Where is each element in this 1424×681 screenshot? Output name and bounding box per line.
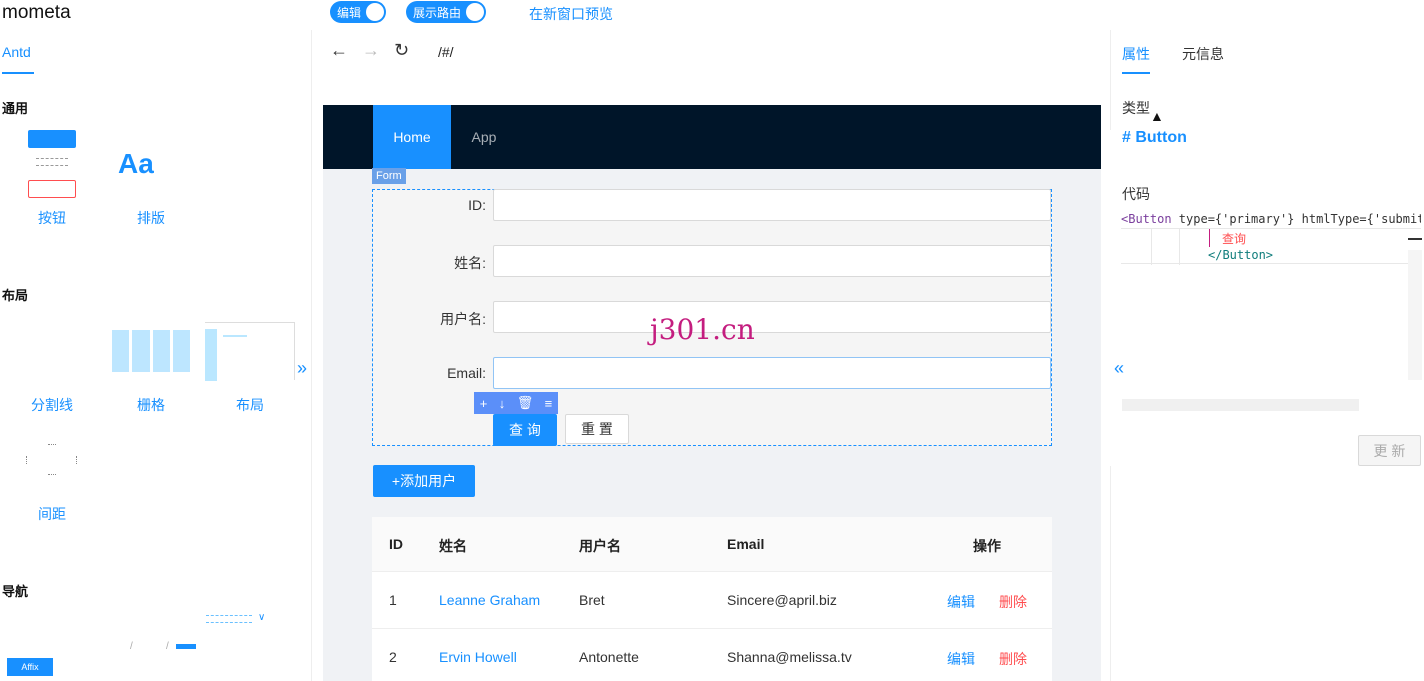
- component-grid[interactable]: 栅格: [111, 395, 191, 415]
- component-divider[interactable]: 分割线: [12, 395, 92, 415]
- forward-arrow-icon[interactable]: →: [362, 40, 380, 61]
- table-header-cell: 用户名: [579, 538, 621, 554]
- expand-panel-icon[interactable]: »: [297, 358, 307, 379]
- code-close-tag: </Button>: [1208, 248, 1274, 262]
- component-button[interactable]: 按钮: [12, 208, 92, 228]
- typography-thumbnail: Aa: [118, 148, 154, 179]
- cell-email: Sincere@april.biz: [727, 592, 837, 608]
- table-header: [372, 517, 1052, 572]
- arrow-down-icon[interactable]: ↓: [499, 396, 506, 411]
- app-title: mometa: [2, 2, 71, 23]
- scroll-marker: [1408, 238, 1422, 240]
- add-user-button[interactable]: +添加用户: [373, 465, 475, 497]
- component-typography[interactable]: 排版: [111, 208, 191, 228]
- table-header-cell: ID: [389, 536, 403, 552]
- reset-button[interactable]: 重 置: [565, 414, 629, 444]
- cell-id: 2: [389, 649, 397, 665]
- layout-thumbnail: [205, 322, 295, 381]
- code-text: 查询: [1222, 232, 1247, 246]
- horizontal-scrollbar[interactable]: [1122, 399, 1359, 411]
- component-type: # Button: [1122, 129, 1187, 146]
- username-input[interactable]: [493, 301, 1051, 333]
- type-label: 类型: [1122, 100, 1150, 116]
- component-space[interactable]: 间距: [12, 504, 92, 524]
- form-label-username: 用户名:: [440, 311, 486, 327]
- form-label-email: Email:: [447, 365, 486, 381]
- affix-thumbnail[interactable]: Affix: [7, 658, 53, 676]
- cell-name-link[interactable]: Leanne Graham: [439, 592, 540, 608]
- table-header-cell: 姓名: [439, 538, 467, 554]
- space-thumbnail: [26, 440, 78, 480]
- breadcrumb-separator-icon: /: [130, 641, 133, 652]
- tab-meta[interactable]: 元信息: [1182, 44, 1224, 64]
- route-toggle-label: 展示路由: [413, 5, 462, 20]
- url-display[interactable]: /#/: [438, 44, 454, 60]
- chevron-down-icon: ∨: [258, 612, 266, 623]
- tab-underline: [2, 72, 34, 74]
- menu-icon[interactable]: ≡: [545, 396, 553, 411]
- delete-link[interactable]: 删除: [999, 592, 1027, 612]
- form-label-id: ID:: [468, 197, 486, 213]
- toggle-knob: [466, 3, 484, 21]
- table-header-cell: 操作: [973, 538, 1001, 554]
- code-tag: <Button: [1121, 212, 1172, 226]
- back-arrow-icon[interactable]: ←: [330, 40, 348, 61]
- breadcrumb-separator-icon: /: [166, 641, 169, 652]
- collapse-panel-icon[interactable]: «: [1114, 358, 1124, 379]
- tab-antd[interactable]: Antd: [2, 44, 31, 60]
- selection-toolbar: + ↓ 🗑 ≡: [474, 392, 558, 414]
- form-label-name: 姓名:: [454, 255, 486, 271]
- reload-icon[interactable]: ↻: [394, 40, 409, 61]
- editor-scrollbar[interactable]: [1408, 250, 1422, 380]
- cell-id: 1: [389, 592, 397, 608]
- hash-icon: #: [1122, 129, 1136, 146]
- component-layout[interactable]: 布局: [210, 395, 290, 415]
- dropdown-thumbnail: [206, 615, 252, 623]
- code-attrs: type={'primary'} htmlType={'submit'}: [1171, 212, 1421, 226]
- section-title-navigation: 导航: [2, 584, 29, 599]
- watermark: j301.cn: [650, 313, 755, 346]
- button-thumbnail-primary: [28, 130, 76, 148]
- code-label: 代码: [1122, 186, 1150, 202]
- tab-underline: [1122, 72, 1150, 74]
- cell-name-link[interactable]: Ervin Howell: [439, 649, 517, 665]
- id-input[interactable]: [493, 189, 1051, 221]
- pagination-thumbnail: [176, 644, 196, 649]
- cell-email: Shanna@melissa.tv: [727, 649, 852, 665]
- search-button[interactable]: 查 询: [493, 414, 557, 446]
- section-title-general: 通用: [2, 101, 29, 116]
- grid-thumbnail: [112, 330, 190, 372]
- edit-toggle[interactable]: 编辑: [330, 1, 386, 23]
- edit-toggle-label: 编辑: [337, 5, 362, 20]
- cell-username: Bret: [579, 592, 605, 608]
- section-title-layout: 布局: [2, 288, 29, 303]
- edit-link[interactable]: 编辑: [947, 592, 975, 612]
- delete-icon[interactable]: 🗑: [517, 395, 534, 411]
- name-input[interactable]: [493, 245, 1051, 277]
- update-button[interactable]: 更 新: [1358, 435, 1421, 466]
- button-thumbnail-text: [36, 158, 68, 166]
- mouse-cursor-icon: ▲: [1150, 108, 1164, 124]
- code-editor[interactable]: <Button type={'primary'} htmlType={'subm…: [1121, 212, 1421, 266]
- property-content: [1110, 130, 1424, 466]
- email-input[interactable]: [493, 357, 1051, 389]
- nav-home[interactable]: Home: [373, 105, 451, 169]
- form-tag: Form: [372, 168, 406, 184]
- edit-link[interactable]: 编辑: [947, 649, 975, 669]
- nav-app[interactable]: App: [452, 105, 516, 169]
- delete-link[interactable]: 删除: [999, 649, 1027, 669]
- button-thumbnail-danger: [28, 180, 76, 198]
- add-icon[interactable]: +: [480, 396, 488, 411]
- table-header-cell: Email: [727, 536, 765, 552]
- toggle-knob: [366, 3, 384, 21]
- preview-in-new-window-link[interactable]: 在新窗口预览: [529, 4, 613, 24]
- cell-username: Antonette: [579, 649, 639, 665]
- route-toggle[interactable]: 展示路由: [406, 1, 486, 23]
- tab-properties[interactable]: 属性: [1122, 44, 1150, 64]
